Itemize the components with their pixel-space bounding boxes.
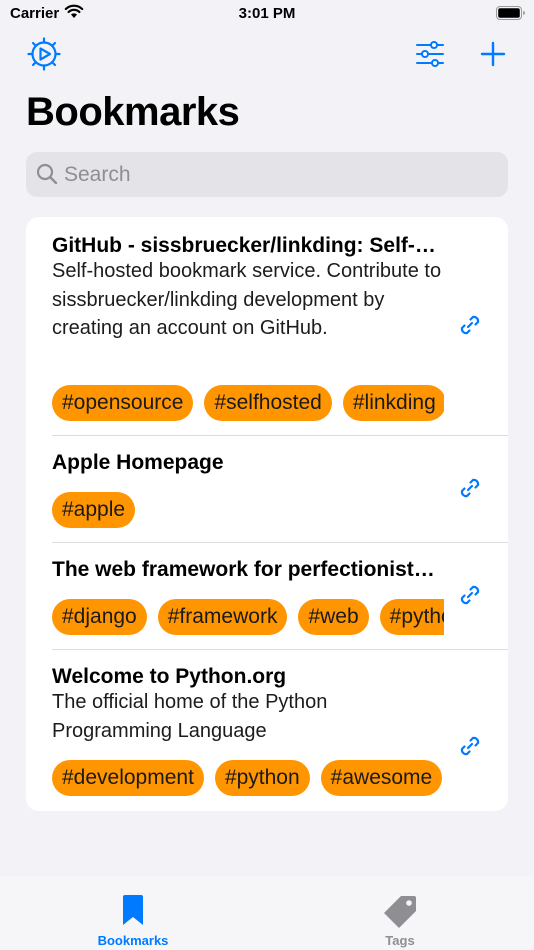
tab-bookmarks[interactable]: Bookmarks — [43, 876, 223, 950]
tag-chip[interactable]: #development — [52, 760, 204, 796]
bookmark-title: Welcome to Python.org — [52, 665, 287, 688]
tag-icon — [310, 894, 490, 930]
filter-sliders-icon — [415, 40, 445, 72]
bookmark-icon — [43, 894, 223, 926]
open-link-button[interactable] — [454, 732, 486, 764]
bookmark-title: The web framework for perfectionists wit… — [52, 558, 444, 581]
tab-label: Bookmarks — [97, 933, 169, 948]
bookmark-title: GitHub - sissbruecker/linkding: Self-hos… — [52, 234, 444, 257]
tag-list: #apple — [52, 492, 444, 530]
tag-chip[interactable]: #awesome — [320, 760, 443, 796]
bookmark-row[interactable]: GitHub - sissbruecker/linkding: Self-ho s… — [26, 217, 508, 436]
tag-chip[interactable]: #apple — [52, 492, 136, 528]
tag-chip[interactable]: #framework — [157, 599, 288, 635]
battery-icon — [496, 6, 526, 25]
tag-chip[interactable]: #selfhosted — [204, 385, 332, 421]
filter-button[interactable] — [412, 38, 448, 74]
search-bar[interactable] — [26, 152, 508, 197]
tag-chip[interactable]: #opensource — [52, 385, 194, 421]
tag-chip[interactable]: #python — [379, 599, 444, 635]
open-link-button[interactable] — [454, 581, 486, 613]
bookmark-row[interactable]: The web framework for perfectionists wit… — [26, 543, 508, 650]
bookmark-description: Self-hosted bookmark service. Contribute… — [52, 260, 442, 339]
tag-chip[interactable]: #web — [298, 599, 369, 635]
open-link-button[interactable] — [454, 474, 486, 506]
link-icon — [457, 312, 483, 343]
tag-list: #django #framework #web #python — [52, 599, 444, 637]
page-title: Bookmarks — [26, 90, 240, 134]
tab-label: Tags — [385, 933, 415, 948]
link-icon — [457, 733, 483, 764]
add-bookmark-button[interactable] — [475, 38, 511, 74]
bookmark-description: The official home of the Python Programm… — [52, 691, 328, 742]
tab-tags[interactable]: Tags — [310, 876, 490, 950]
status-bar: Carrier 3:01 PM — [0, 0, 534, 28]
link-icon — [457, 475, 483, 506]
open-link-button[interactable] — [454, 311, 486, 343]
tag-chip[interactable]: #python — [214, 760, 310, 796]
search-icon — [36, 163, 58, 190]
tab-bar: Bookmarks Tags — [0, 876, 534, 950]
bookmark-list: GitHub - sissbruecker/linkding: Self-ho s… — [26, 217, 508, 811]
tag-list: #opensource #selfhosted #linkding — [52, 385, 444, 423]
bookmark-row[interactable]: Welcome to Python.org The official home … — [26, 650, 508, 811]
bookmark-title: Apple Homepage — [52, 451, 224, 474]
bookmark-row[interactable]: Apple Homepage #apple — [26, 436, 508, 543]
search-input[interactable] — [64, 152, 494, 197]
settings-icon — [27, 36, 61, 76]
settings-button[interactable] — [26, 36, 62, 76]
plus-icon — [480, 41, 506, 72]
tag-list: #development #python #awesome — [52, 760, 444, 798]
link-icon — [457, 582, 483, 613]
tag-chip[interactable]: #django — [52, 599, 147, 635]
tag-chip[interactable]: #linkding — [342, 385, 444, 421]
status-time: 3:01 PM — [238, 5, 296, 22]
